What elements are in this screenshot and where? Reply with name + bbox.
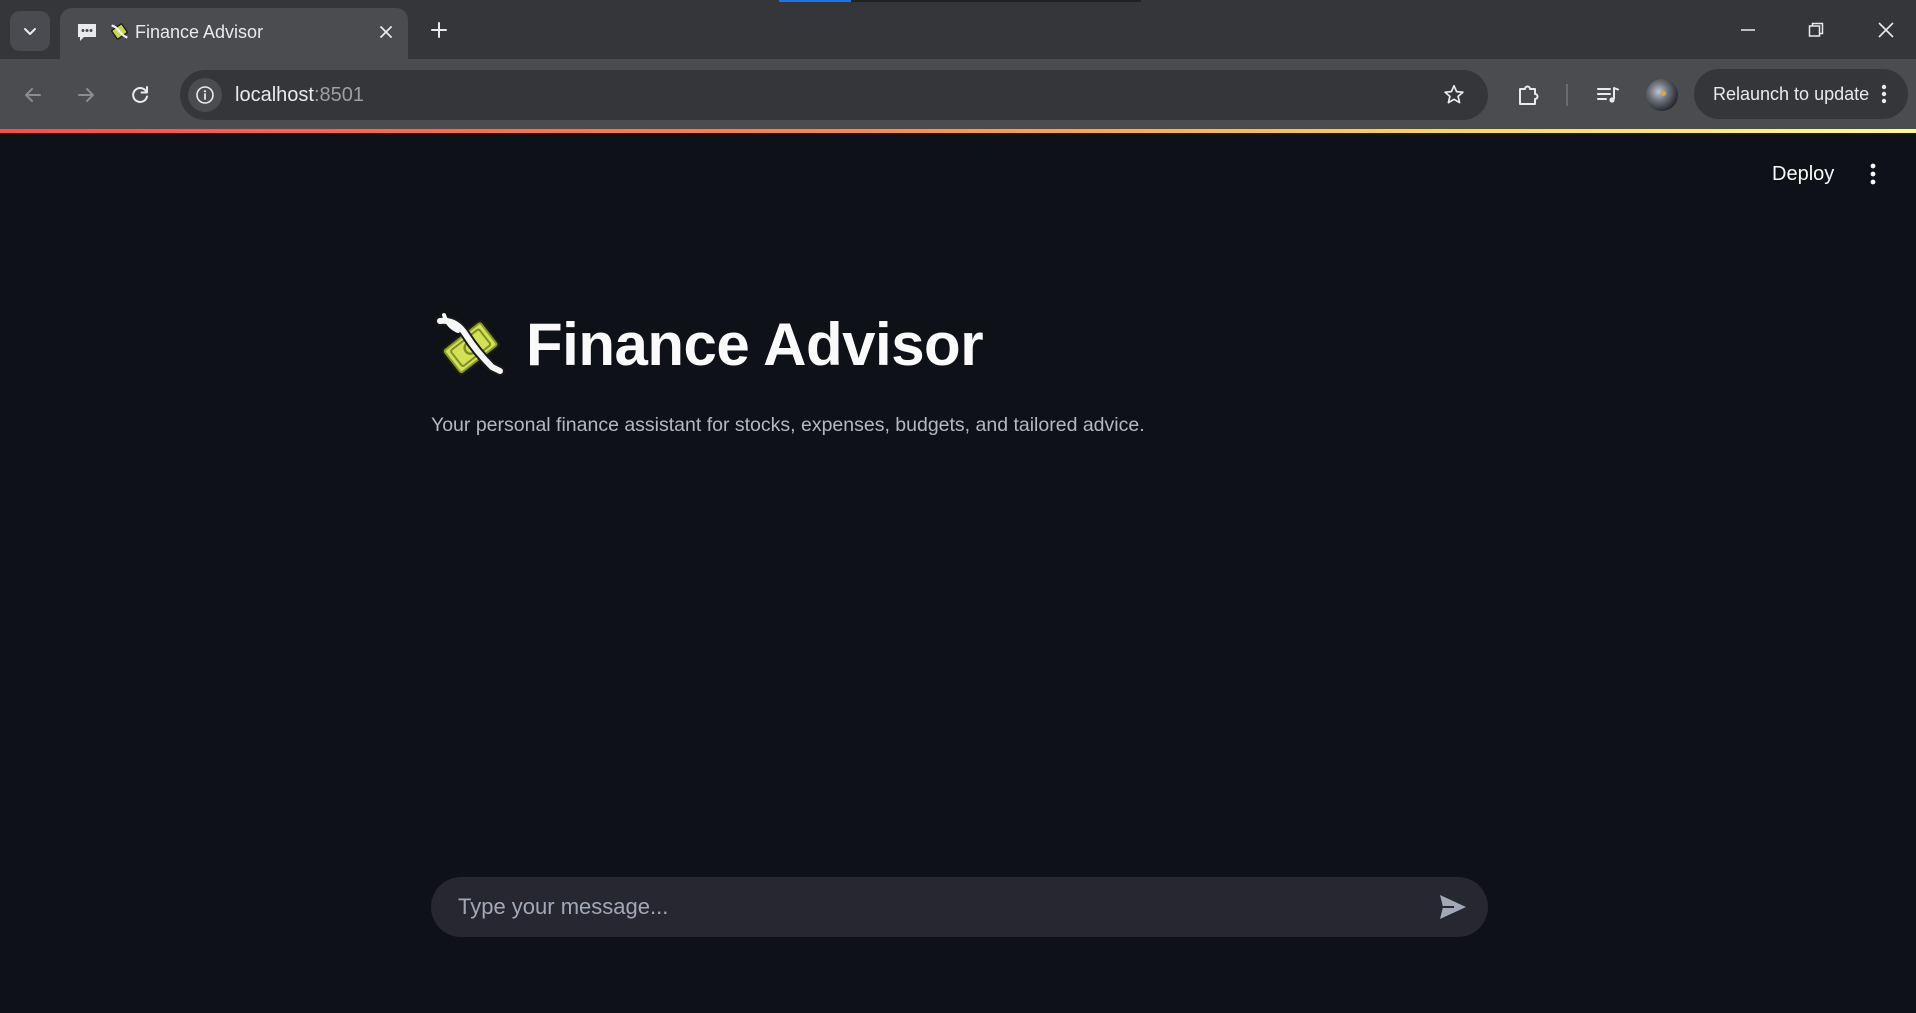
browser-tab-active[interactable]: Finance Advisor (60, 8, 408, 59)
arrow-right-icon (78, 88, 94, 102)
info-icon (196, 86, 214, 104)
tab-search-button[interactable] (10, 11, 50, 51)
page-title-row: Finance Advisor (430, 300, 984, 390)
reload-button[interactable] (122, 77, 158, 113)
star-icon (1444, 84, 1464, 104)
relaunch-to-update-button[interactable]: Relaunch to update (1694, 69, 1908, 119)
money-with-wings-icon (111, 23, 128, 40)
close-icon (380, 26, 392, 38)
url-text: localhost:8501 (235, 83, 364, 107)
send-message-button[interactable] (1436, 891, 1470, 923)
page-subtitle: Your personal finance assistant for stoc… (431, 414, 1145, 436)
send-icon (1440, 895, 1466, 919)
minimize-icon (1741, 29, 1755, 31)
page-title: Finance Advisor (526, 311, 984, 378)
restore-icon (1808, 22, 1824, 37)
media-controls-button[interactable] (1590, 77, 1626, 113)
chat-input-container (431, 877, 1488, 937)
more-vert-icon (1872, 82, 1896, 106)
relaunch-label: Relaunch to update (1713, 84, 1870, 104)
tab-title: Finance Advisor (135, 22, 264, 42)
tab-loading-indicator (779, 0, 1141, 2)
playlist-music-icon (1597, 87, 1619, 103)
plus-icon (431, 22, 447, 38)
extensions-button[interactable] (1510, 77, 1546, 113)
forward-button[interactable] (68, 77, 104, 113)
chat-message-input[interactable] (456, 877, 1416, 937)
toolbar-divider (1566, 84, 1568, 106)
chat-bubble-icon (78, 24, 96, 41)
minimize-window-button[interactable] (1728, 10, 1768, 50)
money-with-wings-icon (435, 313, 505, 376)
app-header: Deploy (0, 133, 1916, 219)
close-icon (1878, 22, 1894, 38)
restore-window-button[interactable] (1796, 10, 1836, 50)
more-vert-icon (1870, 163, 1876, 185)
puzzle-icon (1519, 85, 1539, 105)
url-port: :8501 (313, 84, 364, 106)
close-window-button[interactable] (1866, 10, 1906, 50)
site-info-button[interactable] (188, 78, 222, 112)
main-menu-button[interactable] (1858, 159, 1888, 189)
profile-avatar[interactable] (1646, 79, 1678, 111)
tab-close-button[interactable] (374, 20, 398, 44)
browser-tabstrip: Finance Advisor (0, 0, 1916, 59)
browser-toolbar: localhost:8501 Relaunch to update (0, 59, 1916, 129)
deploy-button[interactable]: Deploy (1760, 159, 1846, 189)
arrow-left-icon (25, 88, 41, 102)
bookmark-button[interactable] (1440, 81, 1468, 109)
address-bar[interactable]: localhost:8501 (180, 70, 1488, 120)
new-tab-button[interactable] (425, 16, 453, 44)
back-button[interactable] (15, 77, 51, 113)
reload-icon (132, 86, 148, 103)
url-host: localhost (235, 84, 314, 106)
chevron-down-icon (24, 28, 36, 35)
